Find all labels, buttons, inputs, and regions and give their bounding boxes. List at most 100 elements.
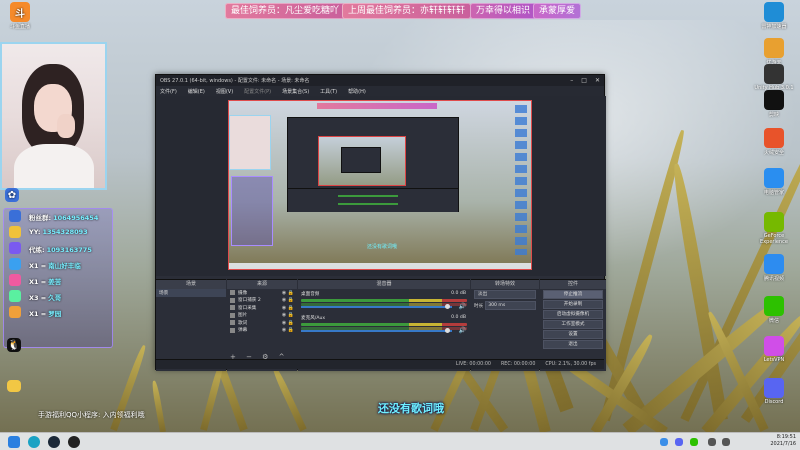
desktop-icon-douyu[interactable]: 斗 斗鱼直播	[0, 2, 40, 30]
desktop-icon-guanjia[interactable]: 电脑管家	[754, 168, 794, 196]
visibility-lock-icon[interactable]: ◉ 🔒	[282, 297, 294, 303]
status-rec: REC: 00:00:00	[500, 362, 536, 367]
visibility-lock-icon[interactable]: ◉ 🔒	[282, 290, 294, 296]
menu-help[interactable]: 帮助(H)	[348, 88, 366, 95]
source-item-label: 图片	[238, 313, 248, 319]
taskbar: 8:19:51 2021/7/16	[0, 432, 800, 450]
source-item[interactable]: 歌词 ◉ 🔒	[227, 319, 297, 327]
chat-line-label: X1 =	[29, 310, 47, 318]
obs-statusbar: LIVE: 00:00:00 REC: 00:00:00 CPU: 2.1%, …	[156, 359, 604, 369]
desktop-icon-unity[interactable]: Unity Hub 3.0.1	[754, 64, 794, 91]
letsvpn-icon	[764, 336, 784, 356]
visibility-lock-icon[interactable]: ◉ 🔒	[282, 327, 294, 333]
minimize-icon[interactable]: –	[570, 77, 573, 84]
network-icon[interactable]	[708, 438, 716, 446]
volume-knob[interactable]	[445, 304, 450, 309]
preview-canvas[interactable]: 还没有歌词哦	[228, 100, 532, 270]
visibility-lock-icon[interactable]: ◉ 🔒	[282, 320, 294, 326]
source-item[interactable]: 摄像 ◉ 🔒	[227, 289, 297, 297]
control-button-5[interactable]: 退出	[543, 340, 603, 349]
desktop-icon-tencentvideo[interactable]: 腾讯视频	[754, 254, 794, 282]
capcut-icon	[764, 90, 784, 110]
scene-item[interactable]: 场景	[156, 289, 226, 297]
chat-user-icon	[9, 306, 21, 318]
chat-line: 粉丝群: 1064956454	[29, 212, 98, 222]
control-button-4[interactable]: 设置	[543, 330, 603, 339]
visibility-lock-icon[interactable]: ◉ 🔒	[282, 312, 294, 318]
obs-titlebar[interactable]: OBS 27.0.1 (64-bit, windows) - 配置文件: 未命名…	[156, 75, 604, 86]
chat-line: X3 = 久哥	[29, 292, 61, 302]
obs-preview[interactable]: 还没有歌词哦	[156, 96, 606, 276]
desktop-icon-leishen[interactable]: 雷神加速器	[754, 2, 794, 30]
grass-blade	[200, 361, 225, 431]
desktop-icon-huorong[interactable]: 火绒安全	[754, 128, 794, 156]
source-item-label: 窗口采集	[238, 305, 257, 311]
lyric-overlay: 还没有歌词哦	[378, 402, 444, 415]
folder-icon-desktop[interactable]	[2, 380, 26, 393]
desktop-icon-discord[interactable]: Discord	[754, 378, 794, 405]
duration-input[interactable]: 300 ms	[485, 301, 536, 310]
speaker-icon[interactable]: 🔊	[459, 303, 466, 310]
controls-panel-title: 控件	[540, 280, 606, 289]
obs-taskbar-icon[interactable]	[68, 436, 80, 448]
control-button-3[interactable]: 工作室模式	[543, 320, 603, 329]
visibility-lock-icon[interactable]: ◉ 🔒	[282, 305, 294, 311]
scenes-panel: 场景 场景 + − ^ v	[156, 279, 226, 371]
scenes-panel-title: 场景	[156, 280, 226, 289]
obs-title-text: OBS 27.0.1 (64-bit, windows) - 配置文件: 未命名…	[160, 78, 310, 84]
obs-window[interactable]: OBS 27.0.1 (64-bit, windows) - 配置文件: 未命名…	[155, 74, 606, 371]
source-type-icon	[230, 320, 235, 326]
tray-clock[interactable]: 8:19:51 2021/7/16	[770, 434, 796, 448]
volume-slider[interactable]	[301, 306, 452, 308]
volume-icon[interactable]	[722, 438, 730, 446]
volume-slider[interactable]	[301, 330, 452, 332]
desktop-icon-letsvpn[interactable]: LetsVPN	[754, 336, 794, 363]
tray-app-icon[interactable]	[675, 438, 683, 446]
desktop-icon-nvidia[interactable]: GeForce Experience	[754, 212, 794, 245]
menu-tools[interactable]: 工具(T)	[320, 88, 337, 95]
desktop-icon-wechat[interactable]: 微信	[754, 296, 794, 324]
desktop-icon-label: 腾讯视频	[763, 276, 784, 282]
sources-panel: 来源 摄像 ◉ 🔒 窗口捕获 2 ◉ 🔒 窗口采集 ◉ 🔒 图片 ◉ 🔒 歌词 ◉ 🔒 弹幕 ◉ 🔒 …	[227, 279, 297, 371]
leishen-icon	[764, 2, 784, 22]
source-type-icon	[230, 312, 235, 318]
source-item[interactable]: 窗口采集 ◉ 🔒	[227, 304, 297, 312]
chat-line-value: 1354328093	[42, 228, 88, 236]
transition-select[interactable]: 淡出	[474, 290, 536, 299]
source-item-label: 弹幕	[238, 328, 248, 334]
menu-scene-collection[interactable]: 场景集合(S)	[282, 88, 309, 95]
source-item[interactable]: 图片 ◉ 🔒	[227, 312, 297, 320]
control-button-1[interactable]: 开始录制	[543, 300, 603, 309]
chat-line: 代练: 1093163775	[29, 244, 92, 254]
steam-icon[interactable]	[48, 436, 60, 448]
unity-icon	[764, 64, 784, 84]
mixer-channel-name: 麦克风/Aux	[301, 316, 326, 321]
control-button-0[interactable]: 停止推流	[543, 290, 603, 299]
desktop-icon-capcut[interactable]: 剪映	[754, 90, 794, 118]
chat-panel: ✿ 粉丝群: 1064956454 YY: 1354328093 代练: 10931637…	[3, 188, 115, 350]
tray-app-icon[interactable]	[690, 438, 698, 446]
controls-panel: 控件 停止推流 开始录制 启动虚拟摄像机 工作室模式 设置 退出	[540, 279, 606, 371]
speaker-icon[interactable]: 🔊	[459, 327, 466, 334]
source-item[interactable]: 窗口捕获 2 ◉ 🔒	[227, 297, 297, 305]
desktop-icon-label: 雷神加速器	[761, 24, 787, 30]
windows-start-icon[interactable]	[8, 436, 20, 448]
close-icon[interactable]: ✕	[595, 77, 600, 84]
maximize-icon[interactable]: □	[581, 77, 587, 84]
menu-profile[interactable]: 配置文件(P)	[244, 88, 271, 95]
desktop-icon-youyou[interactable]: 优游天	[754, 38, 794, 66]
mixer-channel-db: 0.0 dB	[451, 315, 466, 320]
nested-obs-preview	[287, 117, 459, 212]
source-item[interactable]: 弹幕 ◉ 🔒	[227, 327, 297, 335]
qq-icon-desktop[interactable]: 🐧	[2, 338, 26, 353]
menu-view[interactable]: 视图(V)	[216, 88, 233, 95]
grass-blade	[270, 365, 307, 432]
volume-knob[interactable]	[445, 328, 450, 333]
tray-app-icon[interactable]	[660, 438, 668, 446]
desktop-icon-label: GeForce Experience	[760, 233, 788, 245]
control-button-2[interactable]: 启动虚拟摄像机	[543, 310, 603, 319]
guanjia-icon	[764, 168, 784, 188]
menu-file[interactable]: 文件(F)	[160, 88, 177, 95]
menu-edit[interactable]: 编辑(E)	[188, 88, 205, 95]
edge-icon[interactable]	[28, 436, 40, 448]
